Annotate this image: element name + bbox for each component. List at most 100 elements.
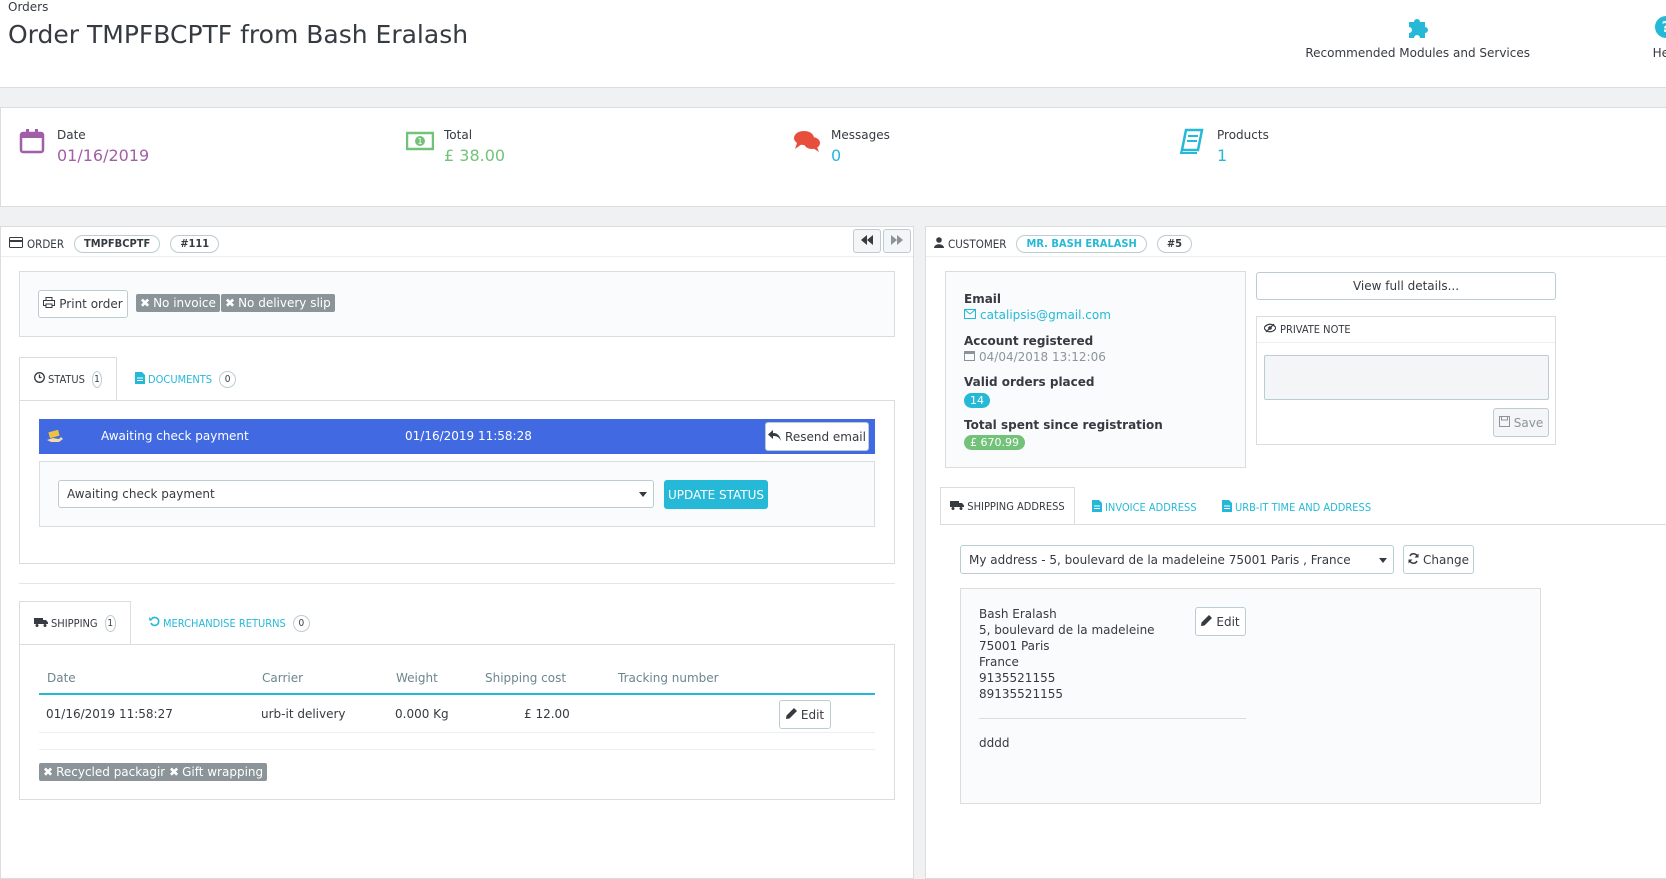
email-label: Email [964,292,1002,306]
shipping-table-header: Date Carrier Weight Shipping cost Tracki… [39,671,875,695]
refresh-icon [1408,552,1419,567]
customer-info-well: Email catalipsis@gmail.com Account regis… [945,271,1246,468]
print-icon [43,297,56,311]
save-icon [1498,415,1510,430]
tab-documents-count: 0 [219,370,237,388]
resend-email-button[interactable]: Resend email [765,422,869,451]
kpi-products-value: 1 [1217,146,1228,165]
edit-address-label: Edit [1216,614,1240,629]
close-icon: ✖ [225,296,236,310]
gift-wrapping-text: Gift wrapping [182,765,264,779]
recycled-packaging-label: ✖ Recycled packaging [39,763,180,781]
page-header: Orders Order TMPFBCPTF from Bash Eralash… [0,0,1666,88]
tab-invoice-address[interactable]: INVOICE ADDRESS [1092,499,1197,515]
tab-shipping-address-label: SHIPPING ADDRESS [967,499,1065,513]
close-icon: ✖ [43,765,54,779]
truck-icon [34,617,48,630]
row-weight: 0.000 Kg [395,707,449,721]
file-icon [135,371,145,387]
edit-address-button[interactable]: Edit [1195,607,1246,636]
col-tracking-number: Tracking number [618,671,719,685]
account-registered-date: 04/04/2018 13:12:06 [979,350,1106,364]
calendar-icon [19,128,45,154]
kpi-products-label: Products [1217,128,1269,142]
status-tab-content: Awaiting check payment 01/16/2019 11:58:… [19,400,895,564]
page-title: Order TMPFBCPTF from Bash Eralash [8,20,469,49]
col-carrier: Carrier [262,671,304,685]
address-line: 75001 Paris [979,639,1050,653]
valid-orders-label: Valid orders placed [964,375,1095,389]
reply-icon [768,429,782,444]
customer-name-link[interactable]: MR. BASH ERALASH [1016,235,1147,253]
address-other: dddd [979,736,1010,750]
previous-order-button[interactable] [853,229,881,253]
close-icon: ✖ [140,296,151,310]
tab-documents-label: DOCUMENTS [148,372,213,386]
tab-urbit-time-address-label: URB-IT TIME AND ADDRESS [1235,500,1372,514]
money-icon: 1 [405,128,435,154]
print-order-button[interactable]: Print order [38,290,128,318]
status-history-row: Awaiting check payment 01/16/2019 11:58:… [39,419,875,454]
update-status-button[interactable]: UPDATE STATUS [664,480,768,509]
view-full-details-button[interactable]: View full details... [1256,272,1556,300]
tab-shipping[interactable]: SHIPPING 1 [19,601,131,645]
private-note-panel: PRIVATE NOTE Save [1256,316,1556,445]
account-registered-label: Account registered [964,334,1094,348]
puzzle-icon [1305,14,1530,40]
col-date: Date [47,671,76,685]
file-icon [1092,499,1102,515]
resend-email-label: Resend email [785,429,866,444]
comments-icon [793,128,820,154]
help-icon: ? [1653,14,1666,40]
address-selected: My address - 5, boulevard de la madelein… [969,552,1351,567]
order-actions-well: Print order ✖ No invoice ✖ No delivery s… [19,271,895,337]
tab-urbit-time-address[interactable]: URB-IT TIME AND ADDRESS [1222,499,1371,515]
pencil-icon [785,707,797,722]
next-order-button[interactable] [883,229,911,253]
undo-icon [149,616,160,630]
address-line: Bash Eralash [979,607,1057,621]
address-line: 89135521155 [979,687,1063,701]
private-note-heading: PRIVATE NOTE [1257,317,1555,343]
shipping-tab-content: Date Carrier Weight Shipping cost Tracki… [19,644,895,800]
row-cost: £ 12.00 [524,707,570,721]
order-number: #111 [170,235,220,253]
help-label: Help [1652,46,1666,60]
table-row: 01/16/2019 11:58:27 urb-it delivery 0.00… [39,697,875,733]
tab-documents[interactable]: DOCUMENTS 0 [135,369,237,389]
change-address-label: Change [1423,552,1469,567]
tab-merchandise-returns[interactable]: MERCHANDISE RETURNS 0 [149,613,310,633]
order-status-select[interactable]: Awaiting check payment [58,480,654,508]
file-icon [1222,499,1232,515]
tab-status-label: STATUS [48,372,85,386]
edit-shipping-button[interactable]: Edit [779,700,831,729]
svg-text:?: ? [1662,18,1666,36]
status-history-state: Awaiting check payment [101,429,249,443]
save-note-button[interactable]: Save [1493,408,1549,437]
tab-shipping-count: 1 [104,614,116,632]
private-note-textarea[interactable] [1264,355,1549,400]
tab-status-count: 1 [91,370,102,388]
recycled-packaging-text: Recycled packaging [56,765,176,779]
kpi-date-label: Date [57,128,86,142]
kpi-messages-label: Messages [831,128,890,142]
options-divider [39,749,875,750]
gift-wrapping-label: ✖ Gift wrapping [165,763,268,781]
kpi-total-value: £ 38.00 [444,146,506,165]
recommended-modules-button[interactable]: Recommended Modules and Services [1305,14,1530,60]
customer-email-link[interactable]: catalipsis@gmail.com [964,308,1111,322]
help-button[interactable]: ? Help [1653,14,1666,60]
change-address-button[interactable]: Change [1403,545,1474,574]
customer-panel-heading: CUSTOMER MR. BASH ERALASH #5 [926,227,1666,257]
row-carrier: urb-it delivery [261,707,346,721]
address-select[interactable]: My address - 5, boulevard de la madelein… [960,545,1394,574]
customer-panel: CUSTOMER MR. BASH ERALASH #5 Email catal… [925,226,1666,879]
tab-shipping-address[interactable]: SHIPPING ADDRESS [940,487,1075,525]
customer-email: catalipsis@gmail.com [980,308,1111,322]
no-delivery-slip-text: No delivery slip [238,296,331,310]
no-delivery-slip-label: ✖ No delivery slip [221,294,335,312]
edit-shipping-label: Edit [800,707,825,722]
recommended-modules-label: Recommended Modules and Services [1305,46,1530,60]
tab-status[interactable]: STATUS 1 [19,357,117,401]
breadcrumb[interactable]: Orders [8,0,48,14]
